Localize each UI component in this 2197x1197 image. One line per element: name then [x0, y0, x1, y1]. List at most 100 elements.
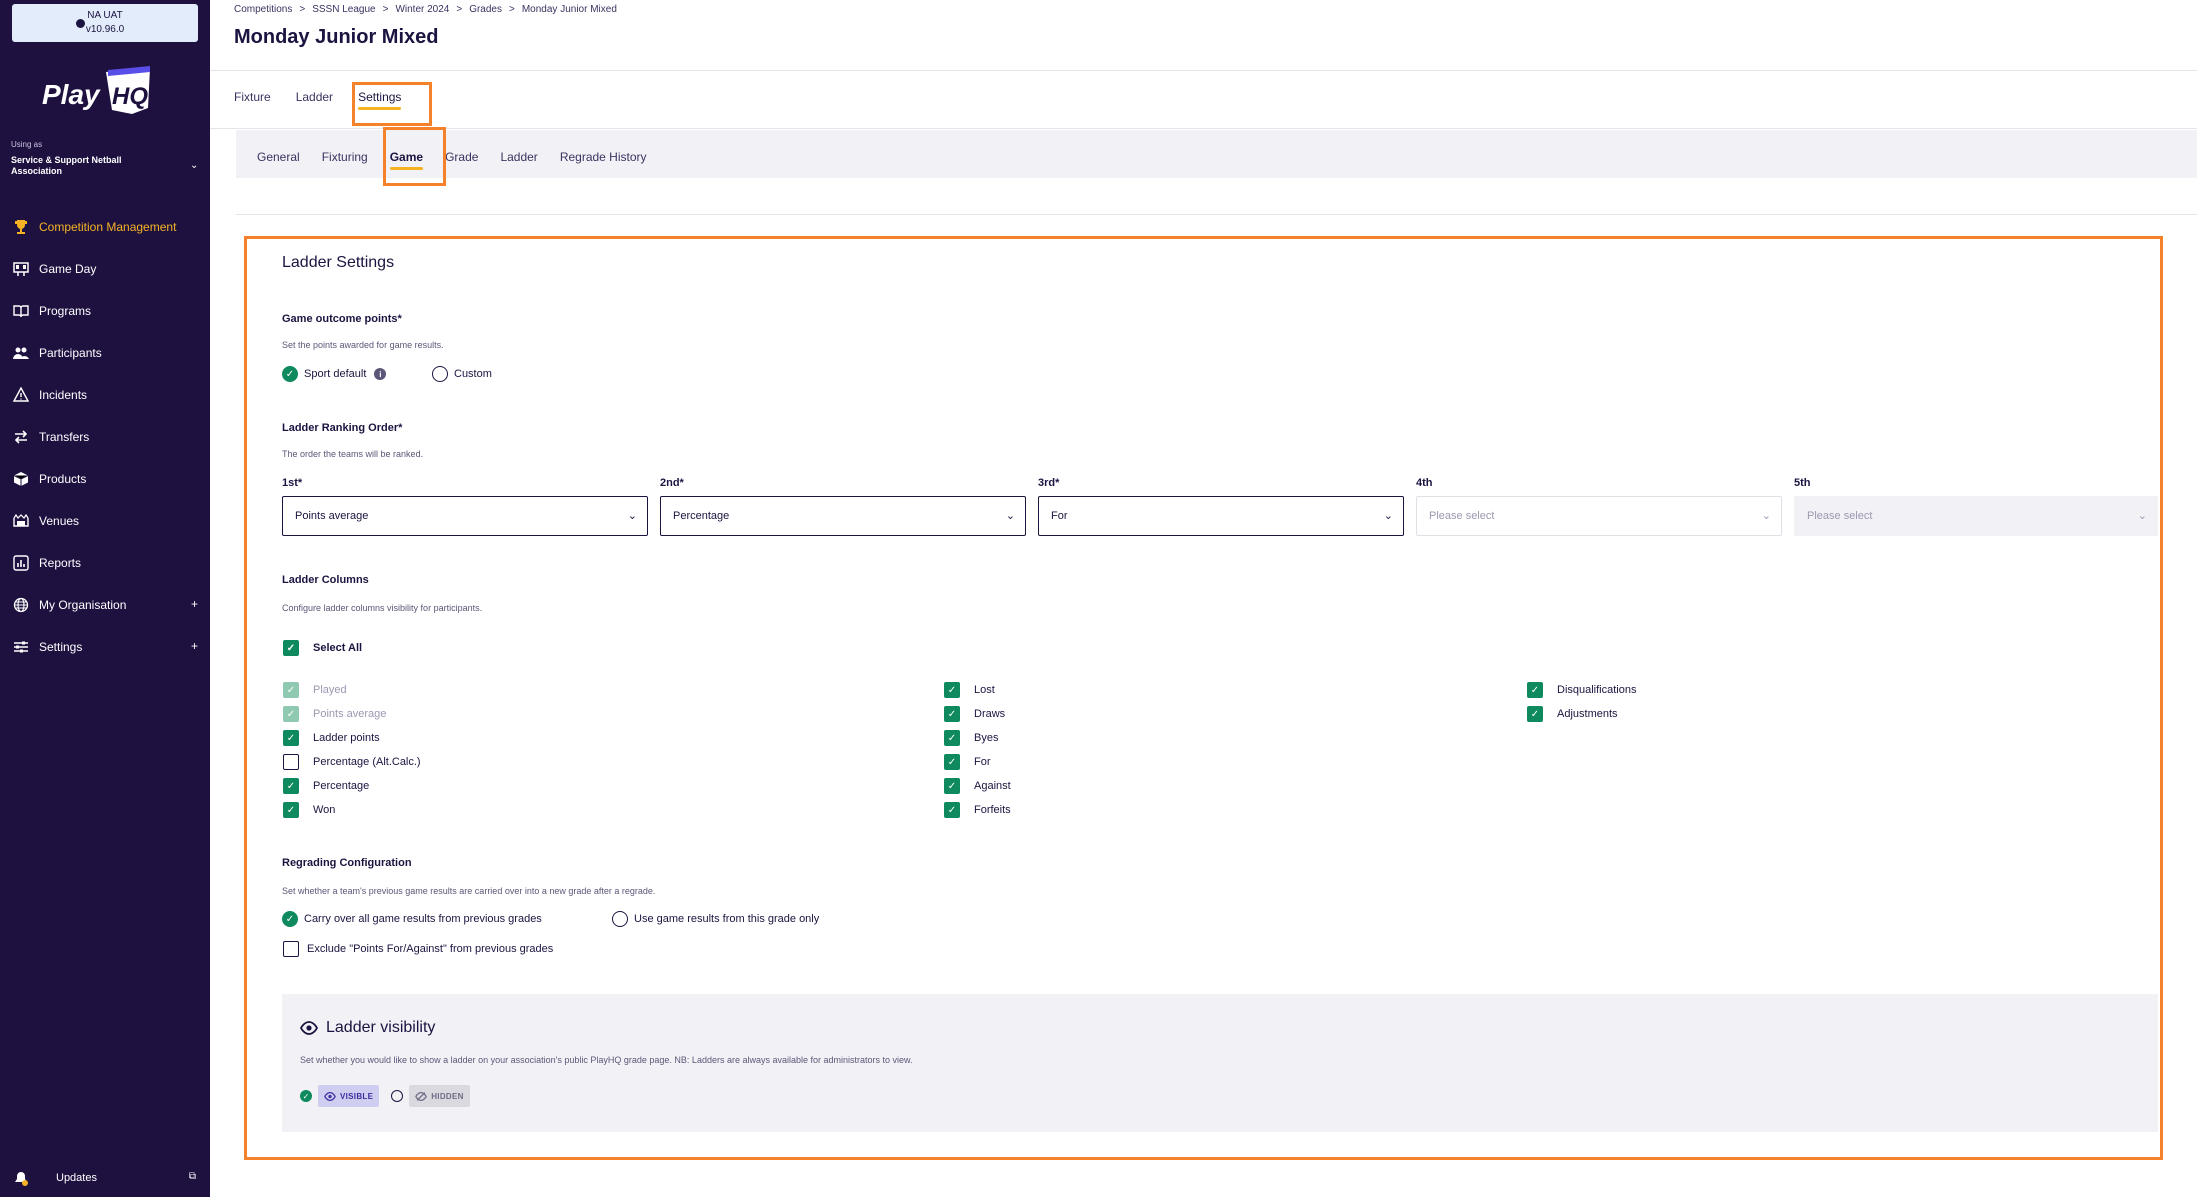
checkbox-percentage-alt[interactable]: Percentage (Alt.Calc.)	[283, 754, 421, 770]
radio-label: Carry over all game results from previou…	[304, 913, 542, 925]
chevron-down-icon[interactable]: ⌄	[190, 160, 198, 171]
subtab-fixturing[interactable]: Fixturing	[322, 150, 368, 170]
external-link-icon: ⧉	[188, 1171, 196, 1182]
hidden-pill[interactable]: HIDDEN	[409, 1085, 470, 1107]
nav-products[interactable]: Products	[0, 458, 210, 500]
checkbox-byes[interactable]: ✓ Byes	[944, 730, 998, 746]
checkbox-checked-icon[interactable]: ✓	[944, 682, 960, 698]
nav-programs[interactable]: Programs	[0, 290, 210, 332]
checkbox-checked-icon[interactable]: ✓	[283, 730, 299, 746]
nav-label: My Organisation	[39, 598, 127, 612]
checkbox-checked-icon[interactable]: ✓	[283, 802, 299, 818]
checkbox-ladder-points[interactable]: ✓ Ladder points	[283, 730, 380, 746]
checkbox-draws[interactable]: ✓ Draws	[944, 706, 1005, 722]
breadcrumb-item[interactable]: Grades	[469, 4, 502, 15]
radio-sport-default[interactable]: ✓ Sport default i	[282, 366, 387, 382]
checkbox-unchecked-icon[interactable]	[283, 941, 299, 957]
checkbox-for[interactable]: ✓ For	[944, 754, 991, 770]
breadcrumb-item[interactable]: Winter 2024	[395, 4, 449, 15]
checkbox-checked-icon: ✓	[283, 706, 299, 722]
checkbox-forfeits[interactable]: ✓ Forfeits	[944, 802, 1011, 818]
info-icon[interactable]: i	[374, 368, 387, 380]
hidden-label: HIDDEN	[431, 1091, 464, 1101]
nav-label: Participants	[39, 346, 102, 360]
settings-subtabs: General Fixturing Game Grade Ladder Regr…	[257, 150, 669, 170]
breadcrumb-item[interactable]: SSSN League	[312, 4, 375, 15]
tab-ladder[interactable]: Ladder	[296, 90, 333, 110]
radio-checked-icon[interactable]: ✓	[282, 366, 298, 382]
breadcrumb-item[interactable]: Competitions	[234, 4, 292, 15]
breadcrumb: Competitions > SSSN League > Winter 2024…	[234, 4, 617, 15]
subtab-ladder[interactable]: Ladder	[500, 150, 537, 170]
checkbox-exclude-points[interactable]: Exclude "Points For/Against" from previo…	[283, 941, 553, 957]
org-switcher[interactable]: Service & Support Netball Association	[11, 155, 171, 177]
expand-plus-icon[interactable]: +	[191, 639, 198, 653]
radio-carry-over[interactable]: ✓ Carry over all game results from previ…	[282, 911, 542, 927]
checkbox-checked-icon[interactable]: ✓	[283, 640, 299, 656]
rank-1-select[interactable]: Points average ⌄	[282, 496, 648, 536]
nav-game-day[interactable]: Game Day	[0, 248, 210, 290]
subtab-general[interactable]: General	[257, 150, 300, 170]
checkbox-checked-icon[interactable]: ✓	[944, 730, 960, 746]
checkbox-checked-icon[interactable]: ✓	[944, 754, 960, 770]
nav-venues[interactable]: Venues	[0, 500, 210, 542]
subtab-grade[interactable]: Grade	[445, 150, 478, 170]
using-as-label: Using as	[11, 140, 43, 149]
checkbox-lost[interactable]: ✓ Lost	[944, 682, 995, 698]
rank-5-label: 5th	[1794, 477, 1811, 489]
checkbox-checked-icon[interactable]: ✓	[283, 778, 299, 794]
checkbox-checked-icon[interactable]: ✓	[944, 778, 960, 794]
breadcrumb-item-current: Monday Junior Mixed	[521, 4, 617, 15]
radio-custom[interactable]: Custom	[432, 366, 492, 382]
checkbox-select-all[interactable]: ✓ Select All	[283, 640, 362, 656]
nav-my-organisation[interactable]: My Organisation +	[0, 584, 210, 626]
radio-hidden[interactable]	[391, 1090, 404, 1102]
playhq-logo[interactable]: Play HQ	[40, 64, 160, 120]
ladder-settings-title: Ladder Settings	[282, 254, 395, 271]
expand-plus-icon[interactable]: +	[191, 597, 198, 611]
chevron-down-icon: ⌄	[2137, 510, 2147, 522]
nav-transfers[interactable]: Transfers	[0, 416, 210, 458]
nav-competition-management[interactable]: Competition Management	[0, 206, 210, 248]
checkbox-adjustments[interactable]: ✓ Adjustments	[1527, 706, 1618, 722]
radio-this-grade-only[interactable]: Use game results from this grade only	[612, 911, 819, 927]
ladder-columns-label: Ladder Columns	[282, 574, 369, 586]
checkbox-label: Points average	[313, 708, 387, 720]
checkbox-label: Ladder points	[313, 732, 380, 744]
checkbox-checked-icon[interactable]: ✓	[944, 802, 960, 818]
nav-participants[interactable]: Participants	[0, 332, 210, 374]
page-title: Monday Junior Mixed	[234, 26, 439, 48]
divider	[210, 128, 2197, 129]
radio-label: Use game results from this grade only	[634, 913, 820, 925]
checkbox-label: Exclude "Points For/Against" from previo…	[307, 943, 554, 955]
radio-unchecked-icon[interactable]	[432, 366, 448, 382]
checkbox-checked-icon[interactable]: ✓	[1527, 682, 1543, 698]
radio-unchecked-icon[interactable]	[612, 911, 628, 927]
env-version: v10.96.0	[85, 24, 125, 35]
subtab-regrade-history[interactable]: Regrade History	[560, 150, 647, 170]
checkbox-checked-icon[interactable]: ✓	[944, 706, 960, 722]
report-icon	[12, 554, 30, 572]
nav-reports[interactable]: Reports	[0, 542, 210, 584]
nav-incidents[interactable]: Incidents	[0, 374, 210, 416]
updates-link[interactable]: Updates ⧉	[12, 1168, 198, 1188]
sidebar: NA UAT v10.96.0 Play HQ Using as Service…	[0, 0, 210, 1197]
rank-2-select[interactable]: Percentage ⌄	[660, 496, 1026, 536]
checkbox-unchecked-icon[interactable]	[283, 754, 299, 770]
radio-visible[interactable]: ✓	[300, 1090, 312, 1102]
checkbox-disqualifications[interactable]: ✓ Disqualifications	[1527, 682, 1636, 698]
checkbox-checked-icon[interactable]: ✓	[1527, 706, 1543, 722]
checkbox-percentage[interactable]: ✓ Percentage	[283, 778, 369, 794]
ranking-order-help: The order the teams will be ranked.	[282, 449, 424, 459]
rank-3-select[interactable]: For ⌄	[1038, 496, 1404, 536]
nav-settings[interactable]: Settings +	[0, 626, 210, 668]
rank-4-select[interactable]: Please select ⌄	[1416, 496, 1782, 536]
checkbox-against[interactable]: ✓ Against	[944, 778, 1011, 794]
visible-pill[interactable]: VISIBLE	[318, 1085, 380, 1107]
logo-play-text: Play	[42, 79, 101, 110]
radio-checked-icon[interactable]: ✓	[282, 911, 298, 927]
checkbox-won[interactable]: ✓ Won	[283, 802, 335, 818]
chevron-down-icon: ⌄	[1761, 510, 1771, 522]
tab-fixture[interactable]: Fixture	[234, 90, 271, 110]
ladder-columns-help: Configure ladder columns visibility for …	[282, 603, 483, 613]
